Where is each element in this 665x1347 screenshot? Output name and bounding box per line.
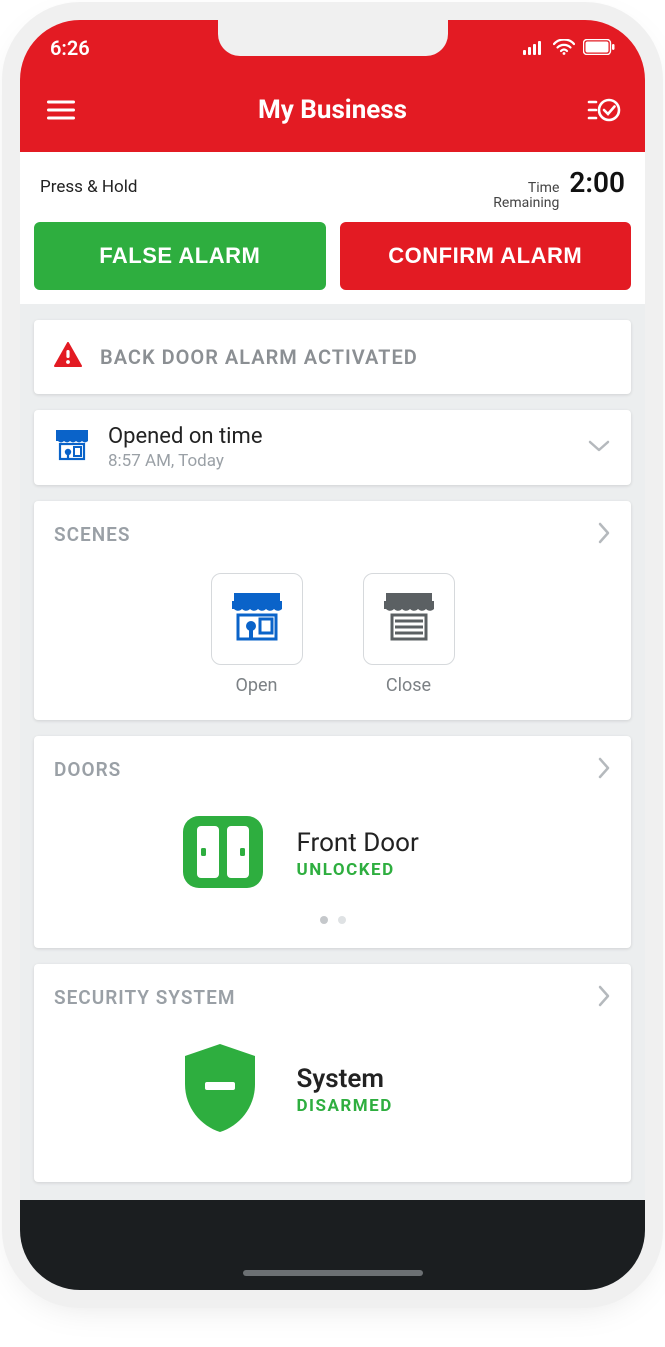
wifi-icon [553, 36, 575, 60]
security-card: SECURITY SYSTEM System DISARMED [34, 964, 631, 1182]
security-header[interactable]: SECURITY SYSTEM [54, 984, 611, 1012]
notch [218, 20, 448, 56]
nav-bar: My Business [20, 76, 645, 152]
chevron-down-icon [587, 438, 611, 457]
doors-card: DOORS Front Door UNLOCKED [34, 736, 631, 948]
alarm-control: Press & Hold Time Remaining 2:00 FALSE A… [20, 152, 645, 304]
press-hold-label: Press & Hold [40, 177, 137, 197]
scene-close[interactable]: Close [363, 573, 455, 696]
door-name: Front Door [297, 828, 487, 858]
security-name: System [297, 1064, 487, 1094]
dot-active [320, 916, 328, 924]
false-alarm-button[interactable]: FALSE ALARM [34, 222, 326, 290]
doors-title: DOORS [54, 758, 121, 781]
store-open-icon [54, 428, 90, 466]
door-unlocked-icon [179, 812, 267, 896]
security-status: DISARMED [297, 1096, 487, 1116]
content: Press & Hold Time Remaining 2:00 FALSE A… [20, 152, 645, 1290]
menu-button[interactable] [44, 100, 78, 120]
page-title: My Business [78, 95, 587, 125]
scenes-card: SCENES Open [34, 501, 631, 720]
scenes-title: SCENES [54, 523, 131, 546]
time-remaining-label: Time Remaining [493, 181, 559, 212]
phone-frame: 6:26 My Business Press & Hold [20, 20, 645, 1290]
open-status-card[interactable]: Opened on time 8:57 AM, Today [34, 410, 631, 485]
open-status-title: Opened on time [108, 424, 587, 449]
chevron-right-icon [597, 984, 611, 1012]
signal-icon [523, 36, 545, 60]
status-check-button[interactable] [587, 97, 621, 123]
store-open-scene-icon [228, 591, 286, 647]
status-icons [523, 36, 615, 60]
alarm-alert-card[interactable]: BACK DOOR ALARM ACTIVATED [34, 320, 631, 394]
scene-open[interactable]: Open [211, 573, 303, 696]
open-status-time: 8:57 AM, Today [108, 451, 587, 471]
chevron-right-icon [597, 756, 611, 784]
dot [338, 916, 346, 924]
alarm-alert-text: BACK DOOR ALARM ACTIVATED [100, 345, 418, 369]
store-close-scene-icon [380, 591, 438, 647]
scene-open-label: Open [236, 675, 278, 696]
security-item[interactable]: System DISARMED [54, 1030, 611, 1158]
pagination-dots [54, 916, 611, 924]
security-title: SECURITY SYSTEM [54, 986, 235, 1009]
chevron-right-icon [597, 521, 611, 549]
scene-close-label: Close [386, 675, 431, 696]
alert-icon [54, 342, 82, 372]
confirm-alarm-button[interactable]: CONFIRM ALARM [340, 222, 632, 290]
home-indicator-area [20, 1200, 645, 1290]
status-time: 6:26 [50, 36, 90, 60]
door-status: UNLOCKED [297, 860, 487, 880]
doors-header[interactable]: DOORS [54, 756, 611, 784]
shield-disarmed-icon [179, 1040, 261, 1140]
scenes-header[interactable]: SCENES [54, 521, 611, 549]
door-item[interactable]: Front Door UNLOCKED [54, 802, 611, 910]
home-indicator[interactable] [243, 1270, 423, 1276]
time-remaining-value: 2:00 [569, 166, 625, 199]
battery-icon [583, 36, 615, 60]
